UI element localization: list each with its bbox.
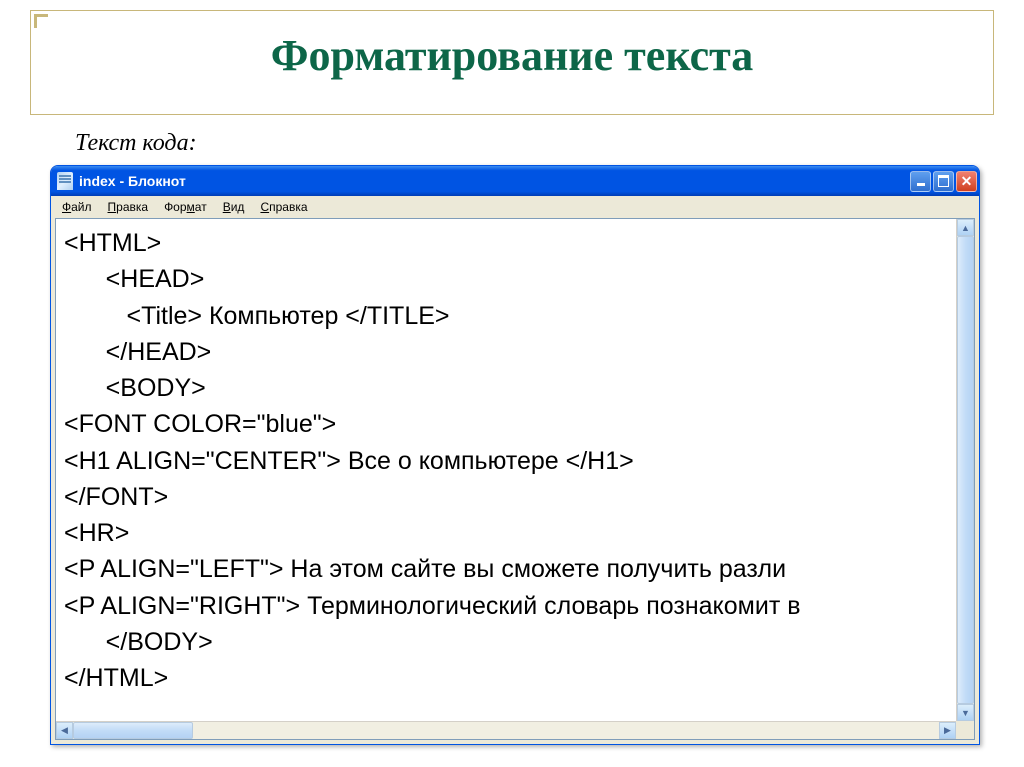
text-editor[interactable]: <HTML> <HEAD> <Title> Компьютер </TITLE>… bbox=[56, 219, 956, 721]
menu-help[interactable]: Справка bbox=[253, 198, 314, 216]
slide-subtitle: Текст кода: bbox=[75, 130, 197, 157]
code-line: <Title> Компьютер </TITLE> bbox=[64, 302, 450, 330]
minimize-button[interactable] bbox=[910, 171, 931, 192]
scroll-right-icon[interactable]: ▶ bbox=[939, 722, 956, 739]
code-line: <P ALIGN="RIGHT"> Терминологический слов… bbox=[64, 592, 801, 620]
code-line: </FONT> bbox=[64, 483, 168, 511]
code-line: </BODY> bbox=[64, 628, 213, 656]
maximize-button[interactable] bbox=[933, 171, 954, 192]
scroll-thumb[interactable] bbox=[957, 236, 974, 704]
code-line: <P ALIGN="LEFT"> На этом сайте вы сможет… bbox=[64, 555, 786, 583]
editor-container: <HTML> <HEAD> <Title> Компьютер </TITLE>… bbox=[55, 218, 975, 740]
menu-view[interactable]: Вид bbox=[216, 198, 252, 216]
scroll-down-icon[interactable]: ▼ bbox=[957, 704, 974, 721]
code-line: <FONT COLOR="blue"> bbox=[64, 410, 336, 438]
menu-edit[interactable]: Правка bbox=[101, 198, 156, 216]
menu-format[interactable]: Формат bbox=[157, 198, 214, 216]
vertical-scrollbar[interactable]: ▲ ▼ bbox=[956, 219, 974, 721]
scroll-left-icon[interactable]: ◀ bbox=[56, 722, 73, 739]
menu-file[interactable]: Файл bbox=[55, 198, 99, 216]
code-line: <HEAD> bbox=[64, 265, 204, 293]
window-title: index - Блокнот bbox=[79, 173, 910, 189]
horizontal-scrollbar[interactable]: ◀ ▶ bbox=[56, 721, 956, 739]
code-line: <H1 ALIGN="CENTER"> Все о компьютере </H… bbox=[64, 447, 634, 475]
menubar: Файл Правка Формат Вид Справка bbox=[51, 196, 979, 218]
code-line: <HR> bbox=[64, 519, 129, 547]
scroll-corner bbox=[956, 721, 974, 739]
notepad-icon bbox=[57, 172, 73, 190]
code-line: <HTML> bbox=[64, 229, 161, 257]
scroll-thumb[interactable] bbox=[73, 722, 193, 739]
notepad-window: index - Блокнот ✕ Файл Правка Формат Вид… bbox=[50, 165, 980, 745]
window-controls: ✕ bbox=[910, 171, 977, 192]
close-button[interactable]: ✕ bbox=[956, 171, 977, 192]
slide-title: Форматирование текста bbox=[0, 30, 1024, 81]
code-line: </HTML> bbox=[64, 664, 168, 692]
corner-decoration bbox=[34, 14, 48, 28]
code-line: </HEAD> bbox=[64, 338, 211, 366]
scroll-up-icon[interactable]: ▲ bbox=[957, 219, 974, 236]
titlebar[interactable]: index - Блокнот ✕ bbox=[51, 166, 979, 196]
code-line: <BODY> bbox=[64, 374, 206, 402]
